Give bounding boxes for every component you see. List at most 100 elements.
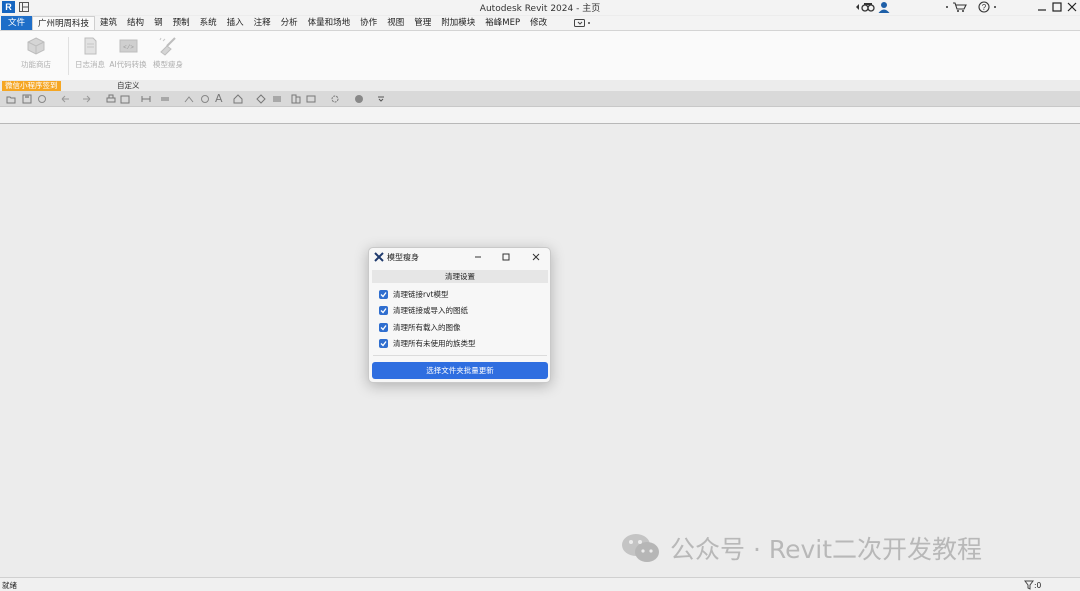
- cleanup-options-group: 清理链接rvt模型 清理链接或导入的图纸 清理所有载入的图像 清理所有未使用的族…: [373, 286, 547, 356]
- minimize-icon[interactable]: [1037, 1, 1047, 16]
- tab-file[interactable]: 文件: [1, 16, 33, 30]
- cleanup-settings-header: 清理设置: [372, 270, 548, 283]
- log-message-label: 日志消息: [75, 60, 105, 69]
- code-icon: </>: [119, 39, 138, 53]
- render-sphere-icon[interactable]: [354, 94, 364, 104]
- tool-x-icon: [374, 252, 384, 262]
- check-icon: [380, 307, 387, 313]
- tag-icon[interactable]: [200, 94, 210, 104]
- status-bar: 就绪 :0: [0, 577, 1080, 591]
- settings-gear-icon[interactable]: [330, 94, 340, 104]
- maximize-icon[interactable]: [1052, 1, 1062, 16]
- watermark: 公众号 · Revit二次开发教程: [620, 530, 982, 566]
- filter-count-text: :0: [1034, 580, 1042, 590]
- check-icon: [380, 340, 387, 346]
- watermark-text: 公众号 · Revit二次开发教程: [670, 535, 983, 564]
- ribbon-tab[interactable]: 分析: [276, 16, 303, 30]
- switch-windows-icon[interactable]: [306, 94, 316, 104]
- ribbon-tab[interactable]: 系统: [195, 16, 222, 30]
- measure-icon[interactable]: [141, 94, 151, 104]
- broom-icon: [159, 37, 176, 56]
- custom-panel-label: 自定义: [117, 81, 140, 90]
- cart-dropdown-icon[interactable]: [945, 1, 973, 16]
- option-label: 清理所有载入的图像: [393, 322, 461, 332]
- ribbon-tab[interactable]: 建筑: [95, 16, 122, 30]
- revit-logo-icon[interactable]: R: [2, 1, 15, 13]
- customize-qat-icon[interactable]: [376, 94, 386, 104]
- svg-text:</>: </>: [123, 44, 134, 51]
- sync-icon[interactable]: [37, 94, 47, 104]
- window-title: Autodesk Revit 2024 - 主页: [479, 4, 601, 14]
- model-slimming-dialog: 模型瘦身 清理设置 清理链接rvt模型 清理链接或导入的图纸 清理所有载入的图像: [368, 247, 551, 383]
- ribbon-tab[interactable]: 裕峰MEP: [480, 16, 525, 30]
- thin-lines-icon[interactable]: [272, 94, 282, 104]
- feature-store-label: 功能商店: [21, 60, 51, 69]
- ribbon-tab[interactable]: 视图: [382, 16, 409, 30]
- ribbon-tabs: 文件 广州明周科技 建筑 结构钢预制 系统 插入 注释 分析 体量和场地 协作 视图 管理 附加模块 裕峰…: [0, 16, 1080, 30]
- model-slimming-label: 模型瘦身: [153, 60, 183, 69]
- window-layout-icon[interactable]: [19, 2, 29, 12]
- text-icon[interactable]: A: [215, 92, 225, 105]
- section-icon[interactable]: [256, 94, 266, 104]
- wechat-logo-icon: [622, 534, 659, 562]
- document-icon: [84, 37, 97, 55]
- option-label: 清理链接或导入的图纸: [393, 305, 468, 315]
- svg-text:?: ?: [982, 3, 987, 12]
- angular-dimension-icon[interactable]: [184, 94, 194, 104]
- checkbox[interactable]: [379, 338, 388, 348]
- cube-icon: [27, 37, 45, 55]
- open-icon[interactable]: [6, 94, 16, 104]
- close-icon[interactable]: [1067, 1, 1077, 16]
- undo-icon[interactable]: [60, 94, 70, 104]
- ribbon-tab[interactable]: 体量和场地: [303, 16, 356, 30]
- aligned-dimension-icon[interactable]: [160, 94, 170, 104]
- ribbon-tab[interactable]: 预制: [168, 16, 195, 30]
- dialog-minimize-icon[interactable]: [470, 250, 486, 264]
- ai-code-convert-label: AI代码转换: [109, 60, 147, 69]
- option-label: 清理链接rvt模型: [393, 289, 449, 299]
- dialog-close-icon[interactable]: [528, 250, 544, 264]
- help-icon[interactable]: ?: [978, 1, 1000, 16]
- ribbon-panel-labels: 微信小程序签到 自定义: [0, 80, 1080, 91]
- ribbon-tab[interactable]: 注释: [249, 16, 276, 30]
- user-account-icon[interactable]: [878, 1, 890, 16]
- ribbon-tab[interactable]: 附加模块: [436, 16, 480, 30]
- filter-icon: [1024, 580, 1034, 590]
- dialog-title: 模型瘦身: [387, 253, 419, 262]
- title-bar: R Autodesk Revit 2024 - 主页 ?: [0, 0, 1080, 15]
- model-slimming-button[interactable]: 模型瘦身: [146, 36, 190, 70]
- binoculars-icon[interactable]: [855, 1, 877, 16]
- close-hidden-icon[interactable]: [291, 94, 301, 104]
- ribbon-tab[interactable]: 修改: [525, 16, 552, 30]
- selection-filter[interactable]: :0: [1024, 580, 1041, 590]
- status-text: 就绪: [2, 581, 17, 590]
- check-icon: [380, 291, 387, 297]
- dialog-maximize-icon[interactable]: [498, 250, 514, 264]
- 3d-view-icon[interactable]: [233, 94, 243, 104]
- ribbon-tab[interactable]: 协作: [355, 16, 382, 30]
- redo-icon[interactable]: [82, 94, 92, 104]
- checkbox[interactable]: [379, 289, 388, 299]
- ribbon-tab[interactable]: 管理: [409, 16, 436, 30]
- ribbon-tab[interactable]: 插入: [222, 16, 249, 30]
- option-clean-unused-family-types[interactable]: 清理所有未使用的族类型: [379, 337, 476, 349]
- feature-store-button[interactable]: 功能商店: [14, 36, 58, 70]
- option-clean-loaded-images[interactable]: 清理所有载入的图像: [379, 321, 461, 333]
- option-label: 清理所有未使用的族类型: [393, 338, 476, 348]
- ribbon-tab[interactable]: 广州明周科技: [32, 16, 96, 30]
- ribbon-tab[interactable]: 结构: [122, 16, 149, 30]
- drawing-area-header: [0, 107, 1080, 124]
- option-clean-linked-drawings[interactable]: 清理链接或导入的图纸: [379, 304, 468, 316]
- option-clean-linked-rvt[interactable]: 清理链接rvt模型: [379, 288, 448, 300]
- checkbox[interactable]: [379, 322, 388, 332]
- ai-code-convert-button[interactable]: </> AI代码转换: [106, 36, 150, 70]
- print-icon[interactable]: [106, 94, 116, 104]
- quick-access-toolbar: A: [0, 91, 1080, 107]
- ribbon-tab[interactable]: 钢: [149, 16, 168, 30]
- wechat-checkin-panel-label[interactable]: 微信小程序签到: [2, 81, 61, 91]
- check-icon: [380, 324, 387, 330]
- select-folder-batch-update-button[interactable]: 选择文件夹批量更新: [372, 362, 548, 379]
- save-icon[interactable]: [22, 94, 32, 104]
- project-icon[interactable]: [120, 94, 130, 104]
- checkbox[interactable]: [379, 305, 388, 315]
